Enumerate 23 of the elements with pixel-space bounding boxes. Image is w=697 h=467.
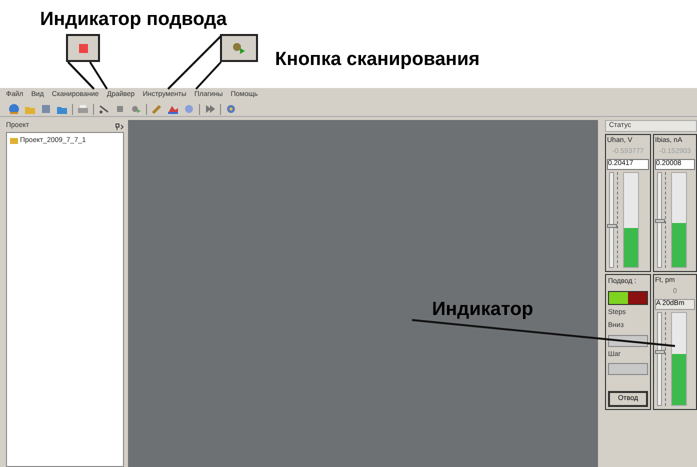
pin-icon[interactable] [114,122,124,130]
globe-icon[interactable] [8,103,20,115]
leader-line [67,61,108,90]
slider-track[interactable] [609,172,614,268]
input-field[interactable] [608,363,648,375]
printer-icon[interactable] [77,103,89,115]
slider-thumb[interactable] [607,224,617,228]
callout-label: Кнопка сканирования [275,48,480,72]
slider-track[interactable] [657,312,662,406]
probe-icon[interactable] [98,103,110,115]
callout-label: Индикатор [432,298,534,322]
disc-icon[interactable] [183,103,195,115]
stop-icon[interactable] [114,103,126,115]
slider-thumb[interactable] [655,218,665,223]
slider-track[interactable] [657,172,662,268]
folder-icon [10,138,18,144]
forward-icon[interactable] [204,103,216,115]
callout-label: Индикатор подвода [40,8,227,32]
scan-icon [232,42,246,54]
slider-thumb[interactable] [655,350,665,354]
stop-icon [78,44,88,52]
leader-line [167,35,222,90]
scan-icon[interactable] [130,103,142,115]
